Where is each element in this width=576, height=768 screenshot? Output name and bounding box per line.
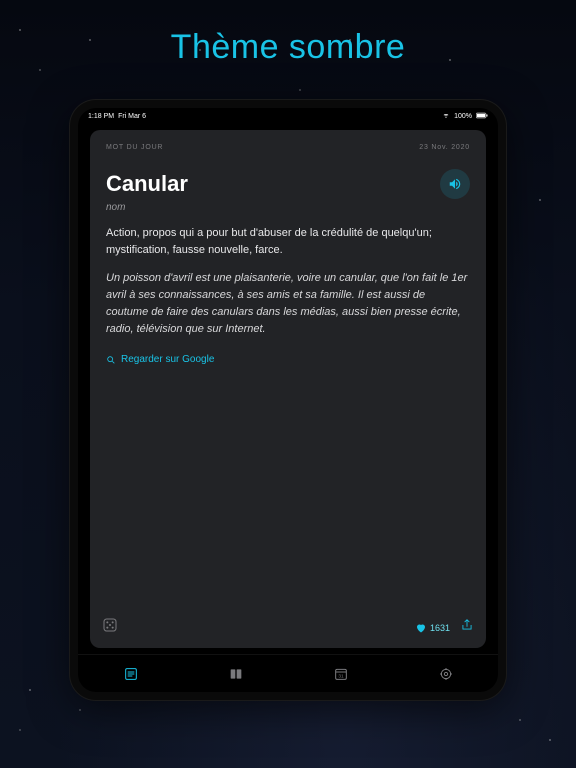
battery-icon <box>476 112 488 121</box>
share-icon <box>460 618 474 632</box>
tab-calendar[interactable]: 31 <box>331 664 351 684</box>
example-text: Un poisson d'avril est une plaisanterie,… <box>106 270 470 338</box>
tab-today[interactable] <box>121 664 141 684</box>
status-date: Fri Mar 6 <box>118 113 146 120</box>
word-card: MOT DU JOUR 23 Nov. 2020 Canular nom Act… <box>90 130 486 648</box>
status-time: 1:18 PM <box>88 113 114 120</box>
speaker-icon <box>448 177 462 191</box>
likes-count: 1631 <box>430 623 450 633</box>
battery-percent: 100% <box>454 113 472 120</box>
card-date: 23 Nov. 2020 <box>419 144 470 151</box>
definition-text: Action, propos qui a pour but d'abuser d… <box>106 225 470 258</box>
random-button[interactable] <box>102 617 118 638</box>
content-area: MOT DU JOUR 23 Nov. 2020 Canular nom Act… <box>78 124 498 654</box>
svg-text:31: 31 <box>338 673 344 678</box>
search-link-label: Regarder sur Google <box>121 354 214 365</box>
card-footer: 1631 <box>102 617 474 638</box>
pronounce-button[interactable] <box>440 169 470 199</box>
word-title: Canular <box>106 171 188 197</box>
card-header-label: MOT DU JOUR <box>106 144 163 151</box>
status-bar: 1:18 PM Fri Mar 6 100% <box>78 108 498 124</box>
share-button[interactable] <box>460 618 474 637</box>
hero-title: Thème sombre <box>0 28 576 67</box>
calendar-icon: 31 <box>333 666 349 682</box>
tablet-frame: 1:18 PM Fri Mar 6 100% MOT DU JOUR 23 No… <box>70 100 506 700</box>
likes-counter[interactable]: 1631 <box>415 622 450 634</box>
tab-bar: 31 <box>78 654 498 692</box>
search-icon <box>106 355 116 365</box>
search-google-link[interactable]: Regarder sur Google <box>106 354 470 365</box>
tab-settings[interactable] <box>436 664 456 684</box>
lines-icon <box>123 666 139 682</box>
wifi-icon <box>442 111 450 121</box>
gear-icon <box>438 666 454 682</box>
tablet-screen: 1:18 PM Fri Mar 6 100% MOT DU JOUR 23 No… <box>78 108 498 692</box>
heart-icon <box>415 622 427 634</box>
part-of-speech: nom <box>106 202 470 213</box>
deck-icon <box>228 666 244 682</box>
tab-deck[interactable] <box>226 664 246 684</box>
